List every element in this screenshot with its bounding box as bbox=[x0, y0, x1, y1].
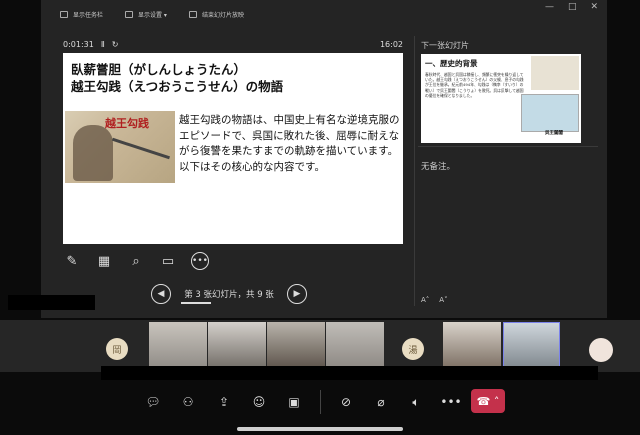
close-button[interactable]: ✕ bbox=[590, 2, 598, 12]
show-taskbar-button[interactable]: 显示任务栏 bbox=[60, 10, 103, 19]
speaker-notes: 无备注。 bbox=[421, 162, 456, 172]
next-slide-title: 一、歴史的背景 bbox=[425, 59, 478, 68]
pause-icon[interactable]: Ⅱ bbox=[101, 40, 105, 49]
end-show-icon bbox=[188, 11, 197, 18]
people-icon[interactable]: ⚇ bbox=[178, 392, 198, 412]
participant-video[interactable] bbox=[149, 322, 207, 370]
show-taskbar-label: 显示任务栏 bbox=[73, 12, 104, 19]
monitor-icon bbox=[125, 11, 134, 18]
participant-video[interactable] bbox=[208, 322, 266, 370]
minimize-button[interactable]: — bbox=[545, 2, 554, 12]
slide-progress-bar bbox=[181, 302, 211, 304]
avatar: 湯 bbox=[402, 338, 424, 360]
maximize-button[interactable]: □ bbox=[568, 2, 577, 12]
notes-divider bbox=[418, 146, 598, 147]
slide-counter: 第 3 张幻灯片，共 9 张 bbox=[179, 288, 279, 304]
display-settings-label: 显示设置 ▾ bbox=[138, 12, 167, 19]
pen-icon[interactable]: ✎ bbox=[63, 252, 81, 270]
next-slide-button[interactable]: ▶ bbox=[287, 284, 307, 304]
elapsed-time: 0:01:31 bbox=[63, 40, 94, 49]
chat-icon[interactable]: 💬︎ bbox=[143, 392, 163, 412]
figure-shape bbox=[73, 125, 113, 181]
end-slideshow-label: 结束幻灯片放映 bbox=[201, 12, 244, 19]
avatar: 岡 bbox=[106, 338, 128, 360]
next-slide-label: 下一张幻灯片 bbox=[421, 41, 469, 50]
slide-title-line1: 臥薪嘗胆（がしんしょうたん） bbox=[71, 62, 247, 77]
participant-video[interactable] bbox=[267, 322, 325, 370]
slide-illustration: 越王勾践 bbox=[65, 111, 175, 183]
taskbar-icon bbox=[60, 11, 68, 18]
increase-font-button[interactable]: A˄ bbox=[421, 296, 429, 304]
apps-icon[interactable]: ▣ bbox=[284, 392, 304, 412]
slide-navigation: ◀ 第 3 张幻灯片，共 9 张 ▶ bbox=[151, 284, 307, 304]
timer-row: 0:01:31 Ⅱ ↻ 16:02 bbox=[63, 40, 403, 49]
mic-off-icon[interactable]: ⌀ bbox=[371, 392, 391, 412]
end-call-icon: ☎ ˄ bbox=[476, 394, 500, 408]
slide-counter-text: 第 3 张幻灯片，共 9 张 bbox=[184, 290, 274, 300]
share-icon[interactable]: ⇪ bbox=[214, 392, 234, 412]
camera-off-icon[interactable]: ⊘ bbox=[336, 392, 356, 412]
speaker-icon[interactable]: 🔈︎ bbox=[406, 392, 426, 412]
end-call-button[interactable]: ☎ ˄ bbox=[471, 389, 505, 413]
participant-video-active[interactable] bbox=[503, 322, 560, 370]
participant-avatar-photo[interactable] bbox=[589, 338, 613, 362]
zoom-icon[interactable]: ⌕ bbox=[127, 252, 145, 270]
controls-divider bbox=[320, 390, 321, 414]
sword-shape bbox=[112, 137, 170, 160]
slide-tools: ✎ ▦ ⌕ ▭ ••• bbox=[63, 252, 209, 270]
screen: — □ ✕ 显示任务栏 显示设置 ▾ 结束幻灯片放映 0:01:31 Ⅱ ↻ 1… bbox=[0, 0, 640, 435]
next-slide-map bbox=[521, 94, 579, 132]
panel-divider bbox=[414, 36, 415, 306]
see-all-slides-icon[interactable]: ▦ bbox=[95, 252, 113, 270]
image-caption: 越王勾践 bbox=[105, 117, 149, 130]
more-options-icon[interactable]: ••• bbox=[191, 252, 209, 270]
font-size-controls: A˄ A˅ bbox=[421, 296, 448, 304]
redacted-block bbox=[8, 295, 95, 310]
next-slide-thumbnail[interactable]: 一、歴史的背景 春秋時代、越国と呉国は隣接し、頻繁に衝突を繰り返していた。越王勾… bbox=[421, 54, 581, 143]
participant-tile[interactable]: 湯 bbox=[402, 338, 428, 364]
participant-video[interactable] bbox=[326, 322, 384, 370]
slide-title: 臥薪嘗胆（がしんしょうたん） 越王勾践（えつおうこうせん）の物語 bbox=[71, 61, 283, 95]
home-indicator[interactable] bbox=[237, 427, 403, 431]
window-controls: — □ ✕ bbox=[545, 2, 598, 12]
participant-tile[interactable]: 岡 bbox=[106, 338, 132, 364]
reset-timer-icon[interactable]: ↻ bbox=[112, 40, 119, 49]
slide-title-line2: 越王勾践（えつおうこうせん）の物語 bbox=[71, 79, 284, 94]
current-slide: 臥薪嘗胆（がしんしょうたん） 越王勾践（えつおうこうせん）の物語 越王勾践 越王… bbox=[63, 53, 403, 244]
more-icon[interactable]: ••• bbox=[440, 392, 461, 412]
presenter-toolbar: 显示任务栏 显示设置 ▾ 结束幻灯片放映 bbox=[60, 10, 244, 19]
display-settings-button[interactable]: 显示设置 ▾ bbox=[125, 10, 167, 19]
next-slide-text: 春秋時代、越国と呉国は隣接し、頻繁に衝突を繰り返していた。越王勾践（えつおうこう… bbox=[425, 72, 524, 98]
participant-video[interactable] bbox=[443, 322, 501, 370]
slide-body-text: 越王勾践の物語は、中国史上有名な逆境克服のエピソードで、呉国に敗れた後、屈辱に耐… bbox=[179, 114, 400, 173]
decrease-font-button[interactable]: A˅ bbox=[439, 296, 447, 304]
next-slide-map-caption: 呉王闔閭 bbox=[545, 131, 563, 136]
end-slideshow-button[interactable]: 结束幻灯片放映 bbox=[188, 10, 244, 19]
black-screen-icon[interactable]: ▭ bbox=[159, 252, 177, 270]
clock: 16:02 bbox=[379, 40, 403, 49]
reactions-icon[interactable]: ☺ bbox=[249, 392, 269, 412]
redacted-names-bar bbox=[101, 366, 598, 380]
next-slide-figure bbox=[531, 56, 579, 90]
previous-slide-button[interactable]: ◀ bbox=[151, 284, 171, 304]
